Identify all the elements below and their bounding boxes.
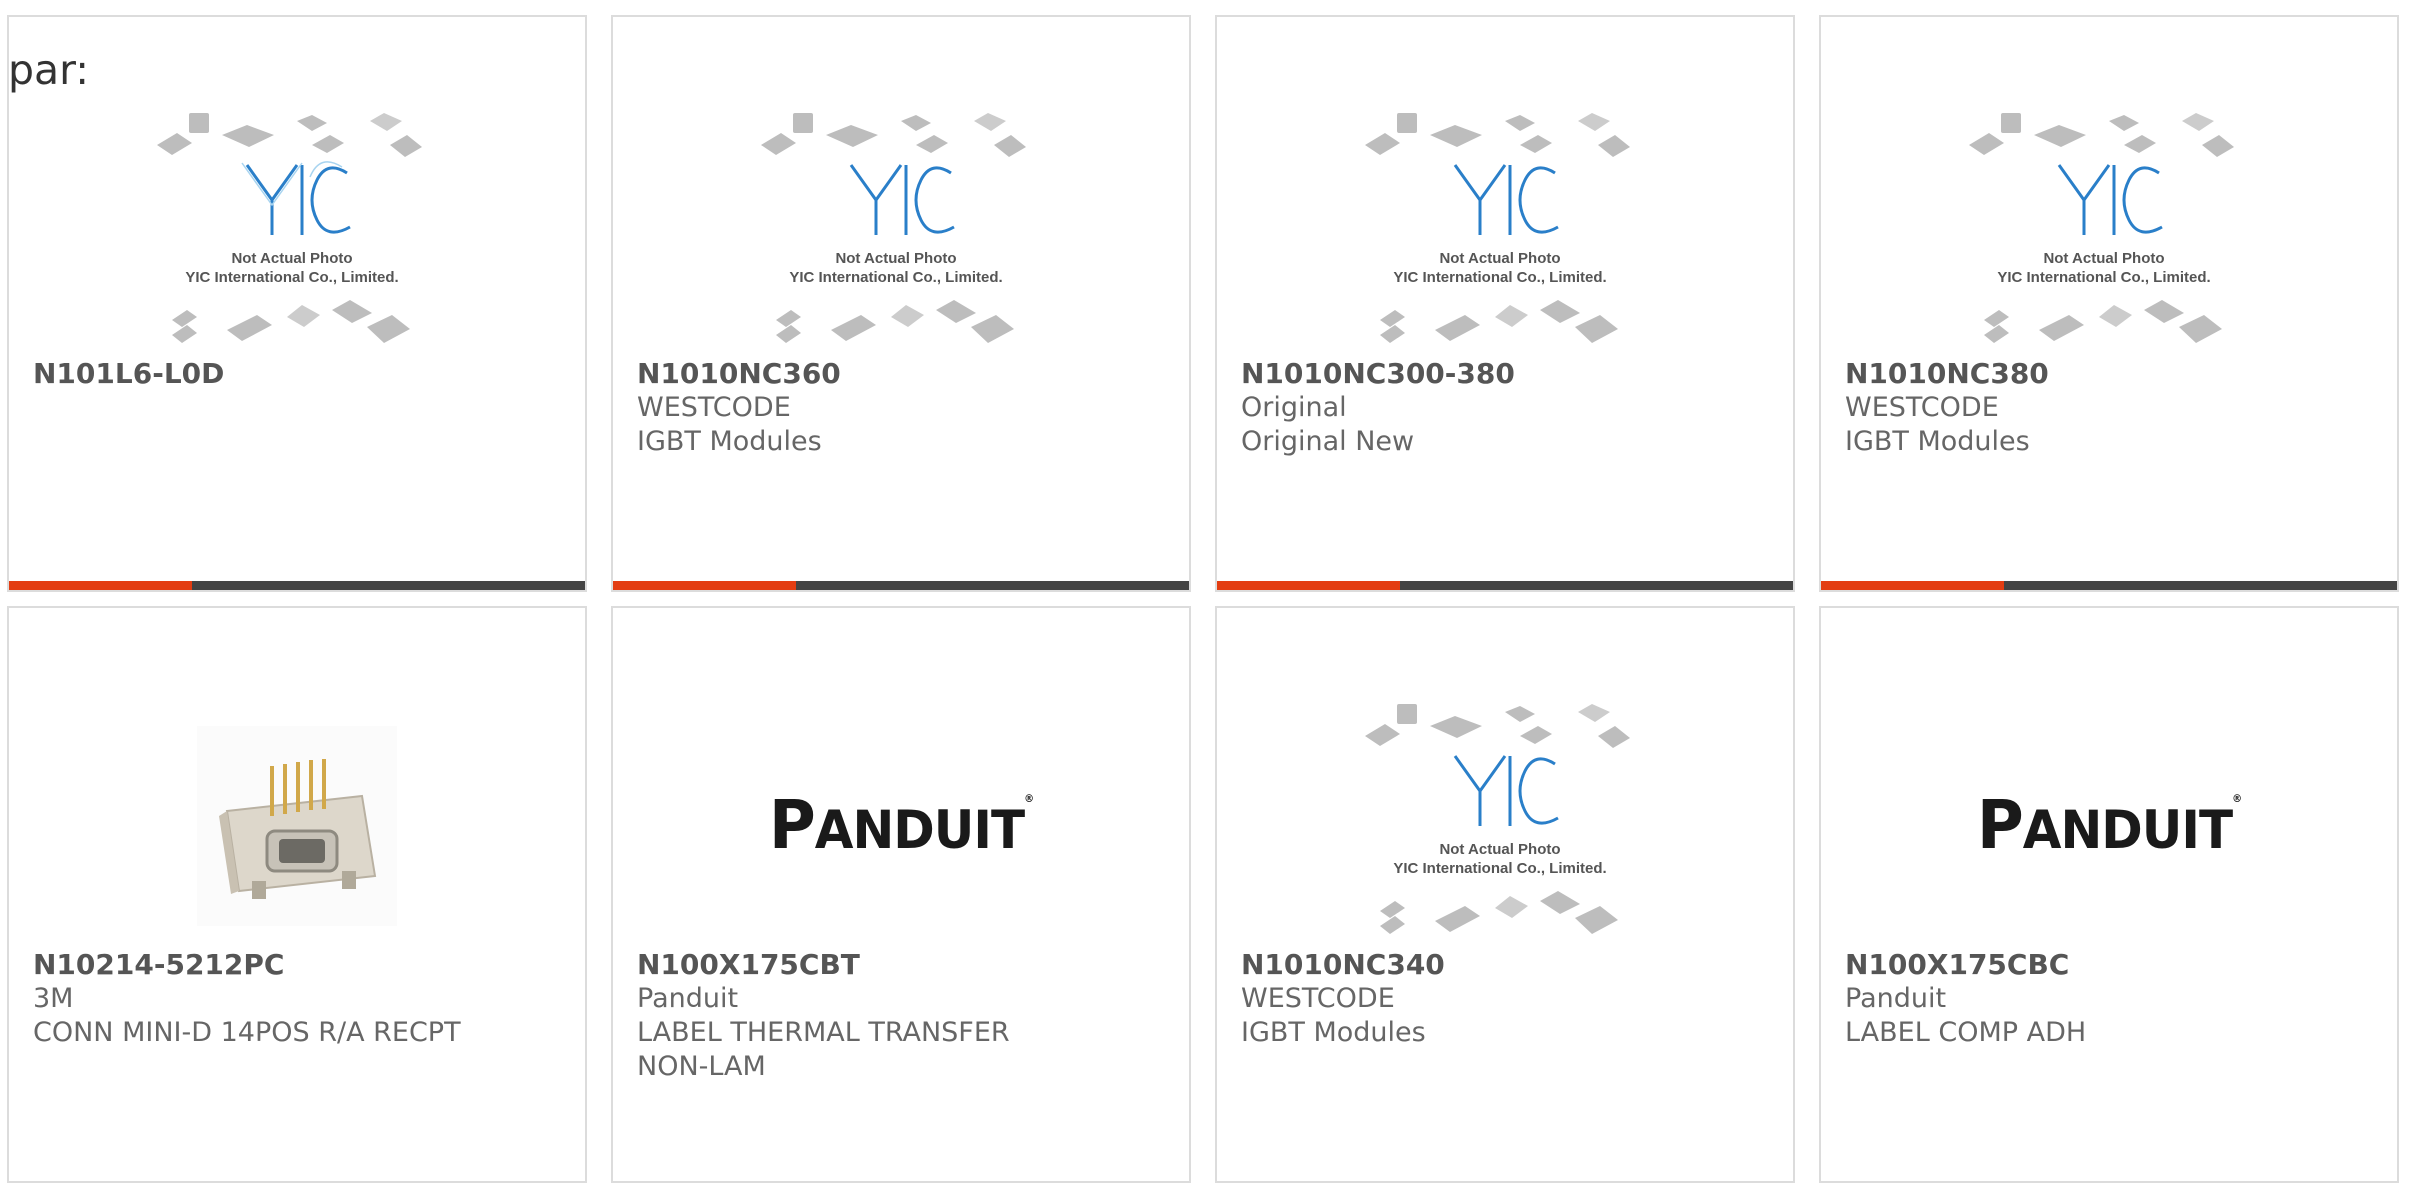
placeholder-caption-1: Not Actual Photo [2043, 250, 2164, 267]
product-card[interactable]: Not Actual Photo YIC International Co., … [1215, 606, 1795, 1183]
product-placeholder-image: Not Actual Photo YIC International Co., … [1217, 688, 1793, 963]
manufacturer: WESTCODE [637, 392, 791, 423]
product-card[interactable]: Not Actual Photo YIC International Co., … [1819, 15, 2399, 592]
product-grid: Not Actual Photo YIC International Co., … [7, 15, 2399, 1183]
manufacturer: Panduit [1845, 983, 1947, 1014]
product-placeholder-image: Not Actual Photo YIC International Co., … [1821, 97, 2397, 372]
part-number[interactable]: N1010NC340 [1241, 948, 1773, 982]
manufacturer: Panduit [637, 983, 739, 1014]
connector-photo [9, 688, 585, 963]
product-card[interactable]: Not Actual Photo YIC International Co., … [1215, 15, 1795, 592]
placeholder-caption-2: YIC International Co., Limited. [789, 269, 1002, 286]
product-card[interactable]: PANDUIT® N100X175CBC Panduit LABEL COMP … [1819, 606, 2399, 1183]
card-accent-bar [9, 581, 585, 590]
card-accent-bar [1821, 581, 2397, 590]
product-placeholder-image: Not Actual Photo YIC International Co., … [613, 97, 1189, 372]
description: LABEL THERMAL TRANSFER [637, 1017, 1010, 1048]
panduit-logo: PANDUIT® [768, 786, 1034, 865]
placeholder-caption-2: YIC International Co., Limited. [185, 269, 398, 286]
part-number[interactable]: N100X175CBT [637, 948, 1169, 982]
product-card[interactable]: PANDUIT® N100X175CBT Panduit LABEL THERM… [611, 606, 1191, 1183]
description: IGBT Modules [637, 426, 822, 457]
description-continued: NON-LAM [637, 1051, 766, 1082]
panduit-logo-image: PANDUIT® [1821, 688, 2397, 963]
part-number[interactable]: N100X175CBC [1845, 948, 2377, 982]
panduit-logo: PANDUIT® [1976, 786, 2242, 865]
product-results-page: Not Actual Photo YIC International Co., … [0, 0, 2410, 1183]
part-number[interactable]: N101L6-L0D [33, 357, 565, 391]
part-number[interactable]: N1010NC300-380 [1241, 357, 1773, 391]
manufacturer: Original [1241, 392, 1347, 423]
prefix-label: par: [8, 46, 90, 94]
product-card[interactable]: N10214-5212PC 3M CONN MINI-D 14POS R/A R… [7, 606, 587, 1183]
product-card[interactable]: Not Actual Photo YIC International Co., … [7, 15, 587, 592]
product-card[interactable]: Not Actual Photo YIC International Co., … [611, 15, 1191, 592]
description: IGBT Modules [1845, 426, 2030, 457]
placeholder-caption-2: YIC International Co., Limited. [1393, 860, 1606, 877]
product-placeholder-image: Not Actual Photo YIC International Co., … [1217, 97, 1793, 372]
placeholder-caption-1: Not Actual Photo [231, 250, 352, 267]
panduit-logo-image: PANDUIT® [613, 688, 1189, 963]
description: LABEL COMP ADH [1845, 1017, 2087, 1048]
placeholder-caption-1: Not Actual Photo [1439, 841, 1560, 858]
manufacturer: WESTCODE [1845, 392, 1999, 423]
description: Original New [1241, 426, 1415, 457]
manufacturer: WESTCODE [1241, 983, 1395, 1014]
part-number[interactable]: N1010NC380 [1845, 357, 2377, 391]
description: CONN MINI-D 14POS R/A RECPT [33, 1017, 461, 1048]
manufacturer: 3M [33, 983, 74, 1014]
part-number[interactable]: N10214-5212PC [33, 948, 565, 982]
placeholder-caption-1: Not Actual Photo [835, 250, 956, 267]
card-accent-bar [613, 581, 1189, 590]
description: IGBT Modules [1241, 1017, 1426, 1048]
card-accent-bar [1217, 581, 1793, 590]
part-number[interactable]: N1010NC360 [637, 357, 1169, 391]
placeholder-caption-2: YIC International Co., Limited. [1393, 269, 1606, 286]
product-placeholder-image: Not Actual Photo YIC International Co., … [9, 97, 585, 372]
placeholder-caption-1: Not Actual Photo [1439, 250, 1560, 267]
placeholder-caption-2: YIC International Co., Limited. [1997, 269, 2210, 286]
